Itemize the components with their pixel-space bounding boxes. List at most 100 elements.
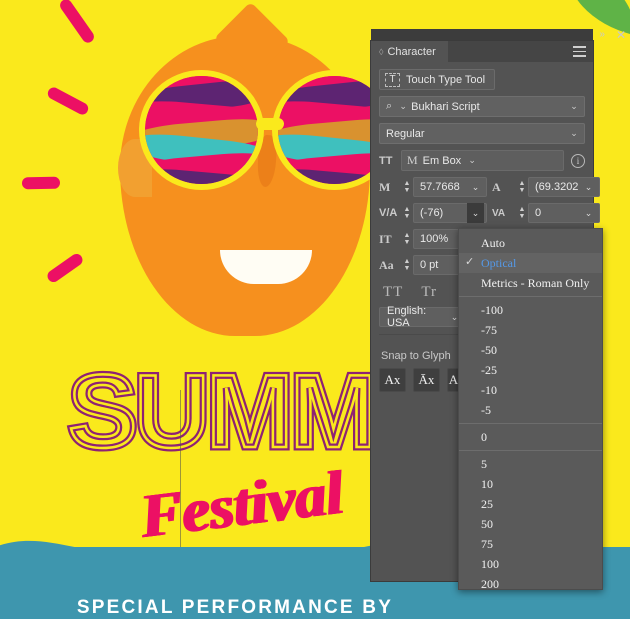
dropdown-item-label: Metrics - Roman Only bbox=[481, 275, 590, 290]
kerning-stepper[interactable]: ▲ ▼ bbox=[401, 206, 413, 220]
dropdown-item-label: -75 bbox=[481, 322, 497, 337]
dropdown-item[interactable]: 0 bbox=[459, 427, 602, 447]
dropdown-item[interactable]: -5 bbox=[459, 400, 602, 420]
sun-ray bbox=[57, 0, 97, 45]
vertical-scale-icon: IT bbox=[379, 231, 392, 246]
touch-type-tool-row: T Touch Type Tool bbox=[379, 69, 585, 90]
chevron-down-icon[interactable]: ⌄ bbox=[467, 177, 484, 197]
panel-titlebar-buttons: » ✕ bbox=[599, 29, 626, 41]
tab-character[interactable]: ◊ Character bbox=[371, 41, 448, 62]
tab-character-label: Character bbox=[387, 45, 436, 58]
dropdown-item[interactable]: 75 bbox=[459, 534, 602, 554]
dropdown-item[interactable]: 10 bbox=[459, 474, 602, 494]
em-box-row: TT M Em Box ⌄ i bbox=[379, 150, 585, 171]
snap-baseline-button[interactable]: Ax bbox=[379, 368, 406, 392]
screen: SUMMER SUMMER Festival SPECIAL PERFORMAN… bbox=[0, 0, 630, 619]
small-caps-button[interactable]: Tr bbox=[421, 284, 437, 301]
leading-value: (69.3202 bbox=[535, 181, 579, 193]
dropdown-item-label: -5 bbox=[481, 402, 491, 417]
dropdown-item-label: 100 bbox=[481, 556, 499, 571]
collapse-icon[interactable]: » bbox=[599, 30, 605, 40]
chevron-down-icon[interactable]: ⌄ bbox=[580, 203, 597, 223]
dropdown-item[interactable]: Metrics - Roman Only bbox=[459, 273, 602, 293]
leading-stepper[interactable]: ▲ ▼ bbox=[516, 180, 528, 194]
dropdown-item-label: -100 bbox=[481, 302, 503, 317]
chevron-down-icon[interactable]: ⌄ bbox=[467, 203, 484, 223]
font-style-select[interactable]: Regular ⌄ bbox=[379, 123, 585, 144]
dropdown-item[interactable]: 100 bbox=[459, 554, 602, 574]
dropdown-item-label: 75 bbox=[481, 536, 493, 551]
em-box-row-icon: TT bbox=[379, 154, 393, 167]
search-chevron-down-icon: ⌄ bbox=[399, 101, 407, 111]
baseline-shift-stepper[interactable]: ▲ ▼ bbox=[401, 258, 413, 272]
chevron-down-icon: ⌄ bbox=[468, 155, 476, 165]
dropdown-item-label: 0 bbox=[481, 429, 487, 444]
font-style-row: Regular ⌄ bbox=[379, 123, 585, 144]
dropdown-item[interactable]: 25 bbox=[459, 494, 602, 514]
dropdown-separator bbox=[459, 423, 602, 424]
dropdown-item-label: Optical bbox=[481, 255, 517, 270]
tracking-stepper[interactable]: ▲ ▼ bbox=[516, 206, 528, 220]
dropdown-item[interactable]: -100 bbox=[459, 300, 602, 320]
tracking-input[interactable]: 0 ⌄ bbox=[528, 203, 600, 223]
font-family-value: Bukhari Script bbox=[411, 100, 480, 113]
leading-input[interactable]: (69.3202 ⌄ bbox=[528, 177, 600, 197]
dropdown-item-label: -25 bbox=[481, 362, 497, 377]
size-leading-row: M ▲ ▼ 57.7668 ⌄ A ▲ ▼ (69.3202 ⌄ bbox=[379, 177, 600, 197]
kerning-value: (-76) bbox=[420, 207, 444, 219]
dropdown-item[interactable]: -10 bbox=[459, 380, 602, 400]
dropdown-item[interactable]: -75 bbox=[459, 320, 602, 340]
kerning-options-dropdown[interactable]: Auto ✓ Optical Metrics - Roman Only -100 -75-… bbox=[458, 228, 603, 591]
sunglasses-left-lens bbox=[139, 70, 264, 190]
dropdown-item[interactable]: 200 bbox=[459, 574, 602, 594]
dropdown-item[interactable]: -25 bbox=[459, 360, 602, 380]
dropdown-separator bbox=[459, 450, 602, 451]
kerning-input[interactable]: (-76) ⌄ bbox=[413, 203, 487, 223]
font-size-input[interactable]: 57.7668 ⌄ bbox=[413, 177, 487, 197]
leading-icon: A bbox=[492, 179, 501, 194]
panel-tab-row: ◊ Character bbox=[371, 41, 593, 62]
font-size-stepper[interactable]: ▲ ▼ bbox=[401, 180, 413, 194]
dropdown-item[interactable]: 50 bbox=[459, 514, 602, 534]
kerning-tracking-row: V/A ▲ ▼ (-76) ⌄ VA ▲ ▼ 0 ⌄ bbox=[379, 203, 600, 223]
info-icon[interactable]: i bbox=[571, 153, 585, 168]
check-icon: ✓ bbox=[465, 256, 475, 268]
search-icon: ⌕ bbox=[386, 100, 393, 112]
vertical-scale-stepper[interactable]: ▲ ▼ bbox=[401, 232, 413, 246]
language-value: English: USA bbox=[387, 305, 427, 329]
font-style-value: Regular bbox=[386, 127, 425, 140]
baseline-shift-icon: Aa bbox=[379, 257, 394, 272]
dropdown-item[interactable]: ✓ Optical bbox=[459, 253, 602, 273]
tab-dot-icon: ◊ bbox=[379, 46, 384, 57]
dropdown-item[interactable]: Auto bbox=[459, 233, 602, 253]
close-icon[interactable]: ✕ bbox=[616, 29, 626, 41]
dropdown-item-label: 10 bbox=[481, 476, 493, 491]
dropdown-item[interactable]: -50 bbox=[459, 340, 602, 360]
touch-type-tool-button[interactable]: T Touch Type Tool bbox=[379, 69, 496, 90]
chevron-down-icon[interactable]: ⌄ bbox=[580, 177, 597, 197]
snap-xheight-button[interactable]: Āx bbox=[413, 368, 440, 392]
em-box-value: Em Box bbox=[422, 154, 462, 167]
touch-type-tool-icon: T bbox=[385, 72, 400, 87]
dropdown-item-label: 200 bbox=[481, 576, 499, 591]
kerning-icon: V/A bbox=[379, 207, 398, 219]
sun-ray bbox=[21, 176, 61, 190]
dropdown-item-label: 50 bbox=[481, 516, 493, 531]
chevron-down-icon: ⌄ bbox=[570, 128, 578, 138]
language-select[interactable]: English: USA ⌄ bbox=[379, 305, 466, 329]
dropdown-item-label: -50 bbox=[481, 342, 497, 357]
all-caps-button[interactable]: TT bbox=[383, 284, 403, 301]
panel-menu-icon[interactable] bbox=[573, 46, 586, 57]
em-box-select[interactable]: M Em Box ⌄ bbox=[401, 150, 564, 171]
chevron-down-icon: ⌄ bbox=[570, 101, 578, 111]
dropdown-item-label: Auto bbox=[481, 235, 505, 250]
tracking-value: 0 bbox=[535, 207, 542, 219]
sun-ray bbox=[45, 251, 85, 285]
em-box-glyph-icon: M bbox=[407, 153, 418, 167]
dropdown-item[interactable]: 5 bbox=[459, 454, 602, 474]
dropdown-item-label: 5 bbox=[481, 456, 487, 471]
dropdown-separator bbox=[459, 296, 602, 297]
footer-text: SPECIAL PERFORMANCE BY bbox=[76, 597, 394, 618]
font-size-value: 57.7668 bbox=[420, 181, 460, 193]
font-family-select[interactable]: ⌕ ⌄ Bukhari Script ⌄ bbox=[379, 96, 585, 117]
